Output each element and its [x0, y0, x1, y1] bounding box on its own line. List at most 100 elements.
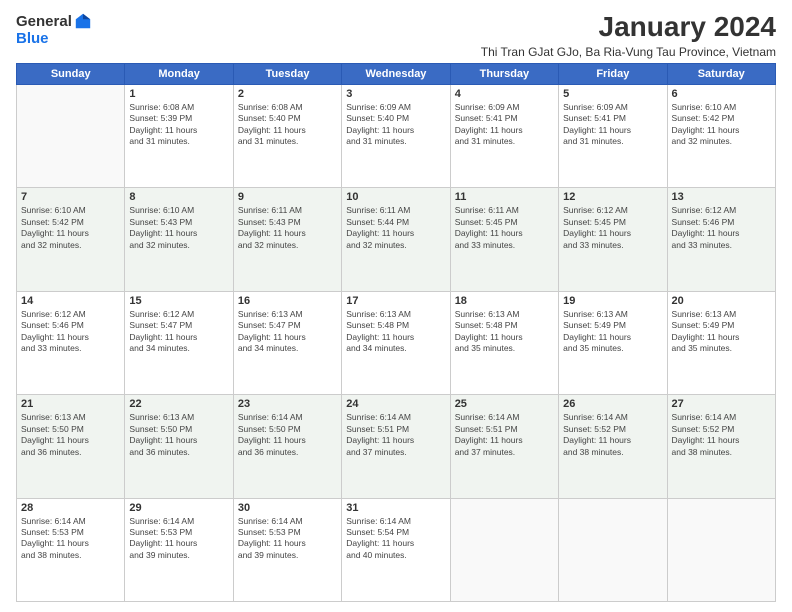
day-number: 5 — [563, 88, 662, 100]
table-row — [559, 498, 667, 601]
day-info: Sunrise: 6:11 AMSunset: 5:44 PMDaylight:… — [346, 205, 445, 251]
day-number: 16 — [238, 295, 337, 307]
day-info: Sunrise: 6:11 AMSunset: 5:43 PMDaylight:… — [238, 205, 337, 251]
logo-icon — [74, 12, 92, 30]
table-row: 20 Sunrise: 6:13 AMSunset: 5:49 PMDayligh… — [667, 291, 775, 394]
day-number: 14 — [21, 295, 120, 307]
day-info: Sunrise: 6:10 AMSunset: 5:43 PMDaylight:… — [129, 205, 228, 251]
logo-blue: Blue — [16, 30, 49, 47]
day-number: 3 — [346, 88, 445, 100]
calendar-week-4: 21 Sunrise: 6:13 AMSunset: 5:50 PMDayligh… — [17, 395, 776, 498]
title-section: January 2024 Thi Tran GJat GJo, Ba Ria-V… — [481, 12, 776, 59]
day-number: 23 — [238, 398, 337, 410]
table-row: 11 Sunrise: 6:11 AMSunset: 5:45 PMDayligh… — [450, 188, 558, 291]
table-row: 25Sunrise: 6:14 AMSunset: 5:51 PMDayligh… — [450, 395, 558, 498]
page: General Blue January 2024 Thi Tran GJat … — [0, 0, 792, 612]
table-row: 1 Sunrise: 6:08 AMSunset: 5:39 PMDaylight… — [125, 84, 233, 187]
day-info: Sunrise: 6:12 AMSunset: 5:45 PMDaylight:… — [563, 205, 662, 251]
day-info: Sunrise: 6:14 AMSunset: 5:52 PMDaylight:… — [672, 412, 771, 458]
day-number: 11 — [455, 191, 554, 203]
day-info: Sunrise: 6:14 AMSunset: 5:51 PMDaylight:… — [455, 412, 554, 458]
table-row: 15Sunrise: 6:12 AMSunset: 5:47 PMDayligh… — [125, 291, 233, 394]
day-number: 19 — [563, 295, 662, 307]
day-number: 6 — [672, 88, 771, 100]
day-number: 18 — [455, 295, 554, 307]
header-tuesday: Tuesday — [233, 63, 341, 84]
header-monday: Monday — [125, 63, 233, 84]
table-row — [450, 498, 558, 601]
day-number: 13 — [672, 191, 771, 203]
header-friday: Friday — [559, 63, 667, 84]
day-info: Sunrise: 6:11 AMSunset: 5:45 PMDaylight:… — [455, 205, 554, 251]
table-row: 12 Sunrise: 6:12 AMSunset: 5:45 PMDayligh… — [559, 188, 667, 291]
day-info: Sunrise: 6:08 AMSunset: 5:39 PMDaylight:… — [129, 102, 228, 148]
calendar-week-1: 1 Sunrise: 6:08 AMSunset: 5:39 PMDaylight… — [17, 84, 776, 187]
table-row: 23 Sunrise: 6:14 AMSunset: 5:50 PMDayligh… — [233, 395, 341, 498]
table-row: 6 Sunrise: 6:10 AMSunset: 5:42 PMDaylight… — [667, 84, 775, 187]
day-info: Sunrise: 6:13 AMSunset: 5:50 PMDaylight:… — [129, 412, 228, 458]
day-info: Sunrise: 6:14 AMSunset: 5:51 PMDaylight:… — [346, 412, 445, 458]
day-number: 24 — [346, 398, 445, 410]
day-number: 31 — [346, 502, 445, 514]
table-row: 31 Sunrise: 6:14 AMSunset: 5:54 PMDayligh… — [342, 498, 450, 601]
calendar-header-row: Sunday Monday Tuesday Wednesday Thursday… — [17, 63, 776, 84]
header: General Blue January 2024 Thi Tran GJat … — [16, 12, 776, 59]
day-number: 27 — [672, 398, 771, 410]
table-row: 4 Sunrise: 6:09 AMSunset: 5:41 PMDaylight… — [450, 84, 558, 187]
table-row: 9Sunrise: 6:11 AMSunset: 5:43 PMDaylight… — [233, 188, 341, 291]
table-row: 24 Sunrise: 6:14 AMSunset: 5:51 PMDayligh… — [342, 395, 450, 498]
day-info: Sunrise: 6:14 AMSunset: 5:53 PMDaylight:… — [238, 516, 337, 562]
header-sunday: Sunday — [17, 63, 125, 84]
table-row: 10 Sunrise: 6:11 AMSunset: 5:44 PMDayligh… — [342, 188, 450, 291]
header-wednesday: Wednesday — [342, 63, 450, 84]
table-row: 26 Sunrise: 6:14 AMSunset: 5:52 PMDayligh… — [559, 395, 667, 498]
day-number: 30 — [238, 502, 337, 514]
day-info: Sunrise: 6:14 AMSunset: 5:53 PMDaylight:… — [129, 516, 228, 562]
day-number: 8 — [129, 191, 228, 203]
calendar: Sunday Monday Tuesday Wednesday Thursday… — [16, 63, 776, 602]
day-number: 21 — [21, 398, 120, 410]
table-row: 18 Sunrise: 6:13 AMSunset: 5:48 PMDayligh… — [450, 291, 558, 394]
day-number: 12 — [563, 191, 662, 203]
table-row: 14 Sunrise: 6:12 AMSunset: 5:46 PMDayligh… — [17, 291, 125, 394]
calendar-week-5: 28 Sunrise: 6:14 AMSunset: 5:53 PMDayligh… — [17, 498, 776, 601]
day-info: Sunrise: 6:14 AMSunset: 5:54 PMDaylight:… — [346, 516, 445, 562]
day-info: Sunrise: 6:09 AMSunset: 5:41 PMDaylight:… — [563, 102, 662, 148]
table-row: 16 Sunrise: 6:13 AMSunset: 5:47 PMDayligh… — [233, 291, 341, 394]
day-info: Sunrise: 6:13 AMSunset: 5:48 PMDaylight:… — [455, 309, 554, 355]
table-row: 7Sunrise: 6:10 AMSunset: 5:42 PMDaylight… — [17, 188, 125, 291]
day-number: 20 — [672, 295, 771, 307]
logo-general: General — [16, 13, 72, 30]
day-number: 10 — [346, 191, 445, 203]
day-info: Sunrise: 6:13 AMSunset: 5:47 PMDaylight:… — [238, 309, 337, 355]
day-number: 4 — [455, 88, 554, 100]
day-number: 26 — [563, 398, 662, 410]
month-title: January 2024 — [481, 12, 776, 43]
day-info: Sunrise: 6:12 AMSunset: 5:47 PMDaylight:… — [129, 309, 228, 355]
day-number: 29 — [129, 502, 228, 514]
day-number: 17 — [346, 295, 445, 307]
day-info: Sunrise: 6:12 AMSunset: 5:46 PMDaylight:… — [672, 205, 771, 251]
day-number: 28 — [21, 502, 120, 514]
day-info: Sunrise: 6:14 AMSunset: 5:52 PMDaylight:… — [563, 412, 662, 458]
logo: General Blue — [16, 12, 92, 48]
day-info: Sunrise: 6:10 AMSunset: 5:42 PMDaylight:… — [672, 102, 771, 148]
table-row: 5 Sunrise: 6:09 AMSunset: 5:41 PMDaylight… — [559, 84, 667, 187]
table-row: 2Sunrise: 6:08 AMSunset: 5:40 PMDaylight… — [233, 84, 341, 187]
table-row: 30 Sunrise: 6:14 AMSunset: 5:53 PMDayligh… — [233, 498, 341, 601]
day-info: Sunrise: 6:12 AMSunset: 5:46 PMDaylight:… — [21, 309, 120, 355]
day-number: 1 — [129, 88, 228, 100]
table-row: 29 Sunrise: 6:14 AMSunset: 5:53 PMDayligh… — [125, 498, 233, 601]
day-info: Sunrise: 6:13 AMSunset: 5:49 PMDaylight:… — [563, 309, 662, 355]
header-thursday: Thursday — [450, 63, 558, 84]
day-info: Sunrise: 6:13 AMSunset: 5:48 PMDaylight:… — [346, 309, 445, 355]
table-row — [667, 498, 775, 601]
day-info: Sunrise: 6:14 AMSunset: 5:50 PMDaylight:… — [238, 412, 337, 458]
table-row: 28Sunrise: 6:14 AMSunset: 5:53 PMDayligh… — [17, 498, 125, 601]
day-info: Sunrise: 6:10 AMSunset: 5:42 PMDaylight:… — [21, 205, 120, 251]
table-row: 21Sunrise: 6:13 AMSunset: 5:50 PMDayligh… — [17, 395, 125, 498]
calendar-week-2: 7Sunrise: 6:10 AMSunset: 5:42 PMDaylight… — [17, 188, 776, 291]
day-info: Sunrise: 6:09 AMSunset: 5:41 PMDaylight:… — [455, 102, 554, 148]
table-row: 8 Sunrise: 6:10 AMSunset: 5:43 PMDaylight… — [125, 188, 233, 291]
day-info: Sunrise: 6:13 AMSunset: 5:49 PMDaylight:… — [672, 309, 771, 355]
